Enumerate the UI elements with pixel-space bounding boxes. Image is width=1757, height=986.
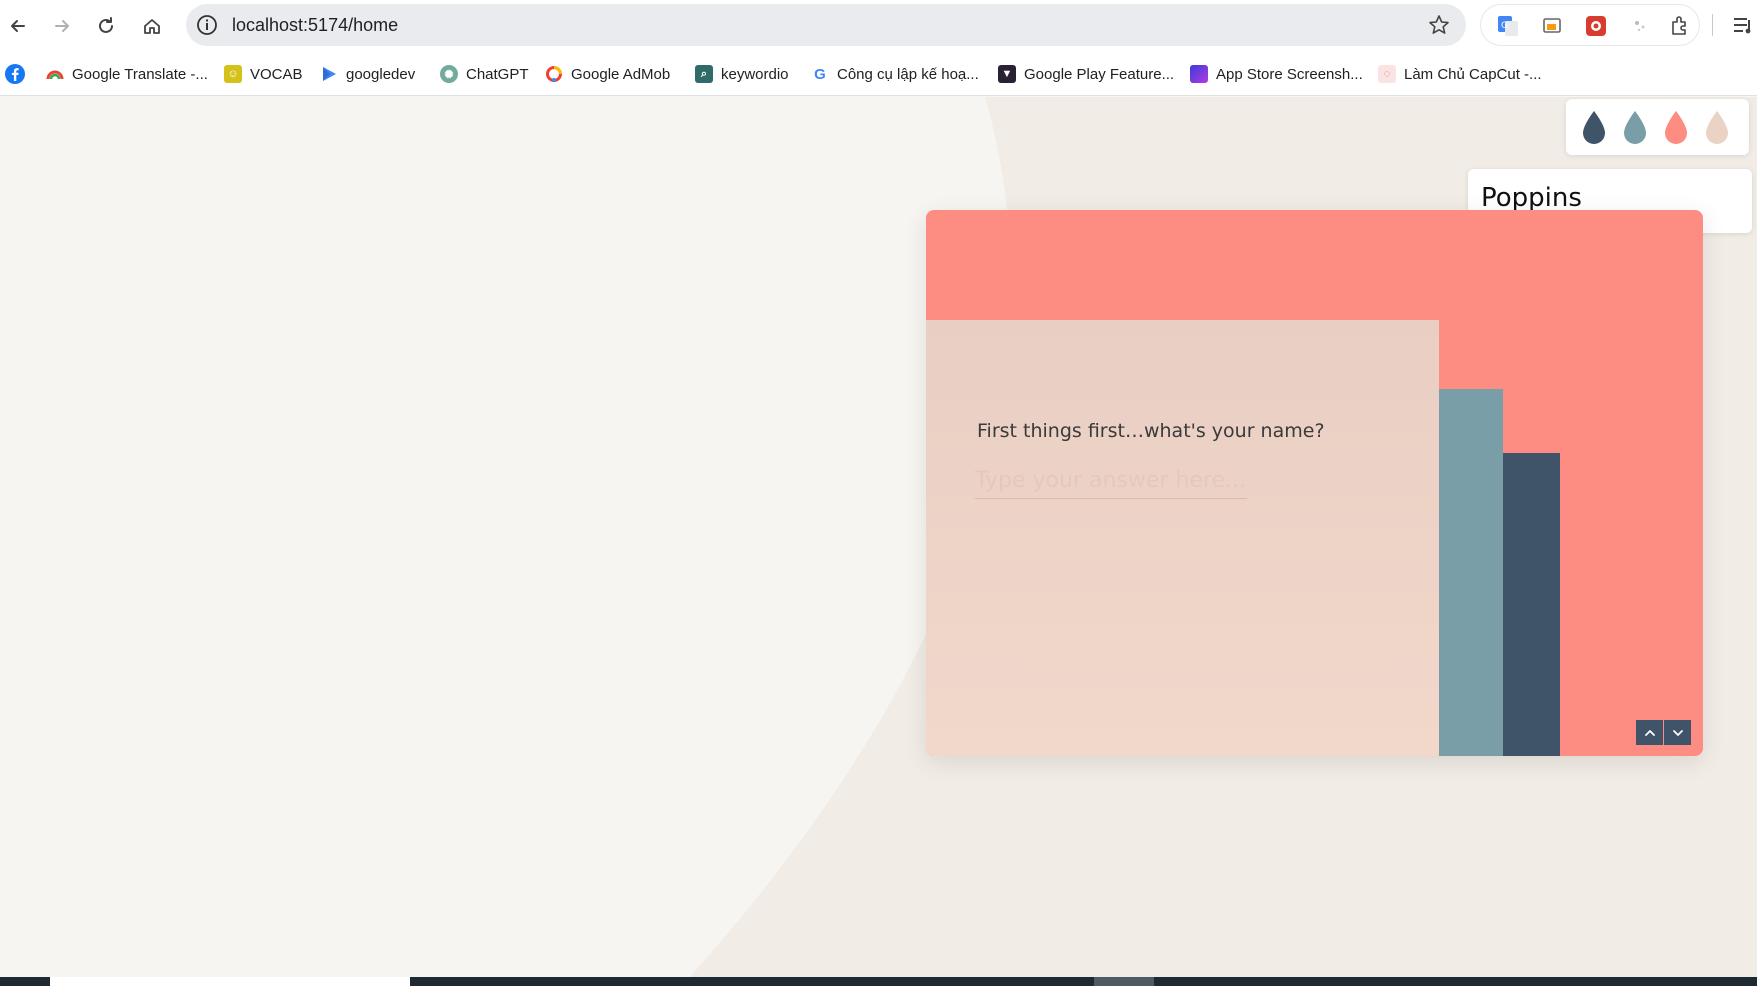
address-bar[interactable]: localhost:5174/home bbox=[186, 4, 1466, 46]
keywordio-icon: ⌕ bbox=[695, 65, 713, 83]
bookmark-label: App Store Screensh... bbox=[1216, 65, 1363, 83]
taskbar-item[interactable] bbox=[1094, 977, 1154, 986]
browser-toolbar: localhost:5174/home G bbox=[0, 0, 1757, 52]
chevron-up-icon bbox=[1644, 729, 1655, 736]
bookmark-label: ChatGPT bbox=[466, 65, 529, 83]
color-palette bbox=[1566, 99, 1749, 155]
decorative-bar-dark bbox=[1503, 453, 1560, 756]
color-swatch-slate-blue[interactable] bbox=[1621, 109, 1649, 145]
previous-question-button[interactable] bbox=[1636, 720, 1663, 745]
bookmark-label: Google Translate -... bbox=[72, 65, 208, 83]
reload-icon bbox=[99, 17, 113, 33]
home-button[interactable] bbox=[136, 10, 168, 42]
form-card: First things first…what's your name? bbox=[926, 210, 1703, 756]
next-question-button[interactable] bbox=[1664, 720, 1691, 745]
play-feature-icon: ▼ bbox=[998, 65, 1016, 83]
forward-button[interactable] bbox=[46, 10, 78, 42]
reload-button[interactable] bbox=[90, 10, 122, 42]
bookmark-label: Công cụ lập kế hoạ... bbox=[837, 65, 979, 83]
font-name: Poppins bbox=[1481, 183, 1582, 213]
sparkle-extension-icon[interactable] bbox=[1629, 15, 1651, 37]
cast-extension-icon[interactable] bbox=[1541, 15, 1563, 37]
bookmark-label: VOCAB bbox=[250, 65, 303, 83]
bookmark-label: Google Play Feature... bbox=[1024, 65, 1175, 83]
bookmark-label: keywordio bbox=[721, 65, 789, 83]
taskbar-active-item[interactable] bbox=[50, 977, 410, 986]
color-swatch-dark-blue[interactable] bbox=[1580, 109, 1608, 145]
google-g-icon: G bbox=[811, 65, 829, 83]
decorative-bar-light bbox=[1439, 389, 1503, 756]
admob-icon bbox=[545, 65, 563, 83]
toolbar-separator bbox=[1712, 14, 1713, 36]
chevron-down-icon bbox=[1672, 729, 1683, 736]
bookmark-label: googledev bbox=[346, 65, 416, 83]
bookmark-keywordio[interactable]: ⌕ keywordio bbox=[695, 63, 789, 85]
arrow-left-icon bbox=[11, 20, 25, 32]
reading-list-icon[interactable] bbox=[1732, 14, 1754, 36]
bookmark-chatgpt[interactable]: ✺ ChatGPT bbox=[440, 63, 529, 85]
question-panel: First things first…what's your name? bbox=[926, 320, 1439, 756]
extensions-group: G bbox=[1480, 4, 1700, 46]
bookmark-label: Làm Chủ CapCut -... bbox=[1404, 65, 1542, 83]
chatgpt-icon: ✺ bbox=[440, 65, 458, 83]
bookmark-google-admob[interactable]: Google AdMob bbox=[545, 63, 670, 85]
bookmark-app-store-screenshot[interactable]: App Store Screensh... bbox=[1190, 63, 1363, 85]
page-content: Poppins First things first…what's your n… bbox=[0, 97, 1757, 977]
play-icon bbox=[320, 65, 338, 83]
back-button[interactable] bbox=[2, 10, 34, 42]
name-input[interactable] bbox=[975, 462, 1247, 499]
app-store-icon bbox=[1190, 65, 1208, 83]
url-text[interactable]: localhost:5174/home bbox=[232, 15, 398, 36]
color-swatch-beige[interactable] bbox=[1703, 109, 1731, 145]
bookmark-google-play-feature[interactable]: ▼ Google Play Feature... bbox=[998, 63, 1174, 85]
capcut-icon: ◌ bbox=[1378, 65, 1396, 83]
bookmark-cong-cu[interactable]: G Công cụ lập kế hoạ... bbox=[811, 63, 979, 85]
color-swatch-coral[interactable] bbox=[1662, 109, 1690, 145]
bookmark-googledev[interactable]: googledev bbox=[320, 63, 415, 85]
bookmarks-bar: Google Translate -... ☺ VOCAB googledev … bbox=[0, 52, 1757, 96]
facebook-icon[interactable] bbox=[4, 63, 26, 85]
arrow-right-icon bbox=[55, 20, 69, 32]
home-icon bbox=[144, 19, 160, 34]
site-info-icon[interactable] bbox=[196, 14, 218, 36]
bookmark-vocab[interactable]: ☺ VOCAB bbox=[224, 63, 303, 85]
svg-text:G: G bbox=[1501, 21, 1508, 31]
bookmark-star-icon[interactable] bbox=[1428, 14, 1450, 36]
translate-extension-icon[interactable]: G bbox=[1497, 15, 1519, 37]
red-extension-icon[interactable] bbox=[1585, 15, 1607, 37]
google-translate-icon bbox=[46, 65, 64, 83]
folder-icon: ☺ bbox=[224, 65, 242, 83]
bookmark-label: Google AdMob bbox=[571, 65, 671, 83]
bookmark-google-translate[interactable]: Google Translate -... bbox=[46, 63, 208, 85]
puzzle-icon[interactable] bbox=[1669, 15, 1691, 37]
question-text: First things first…what's your name? bbox=[977, 420, 1325, 442]
bookmark-capcut[interactable]: ◌ Làm Chủ CapCut -... bbox=[1378, 63, 1542, 85]
